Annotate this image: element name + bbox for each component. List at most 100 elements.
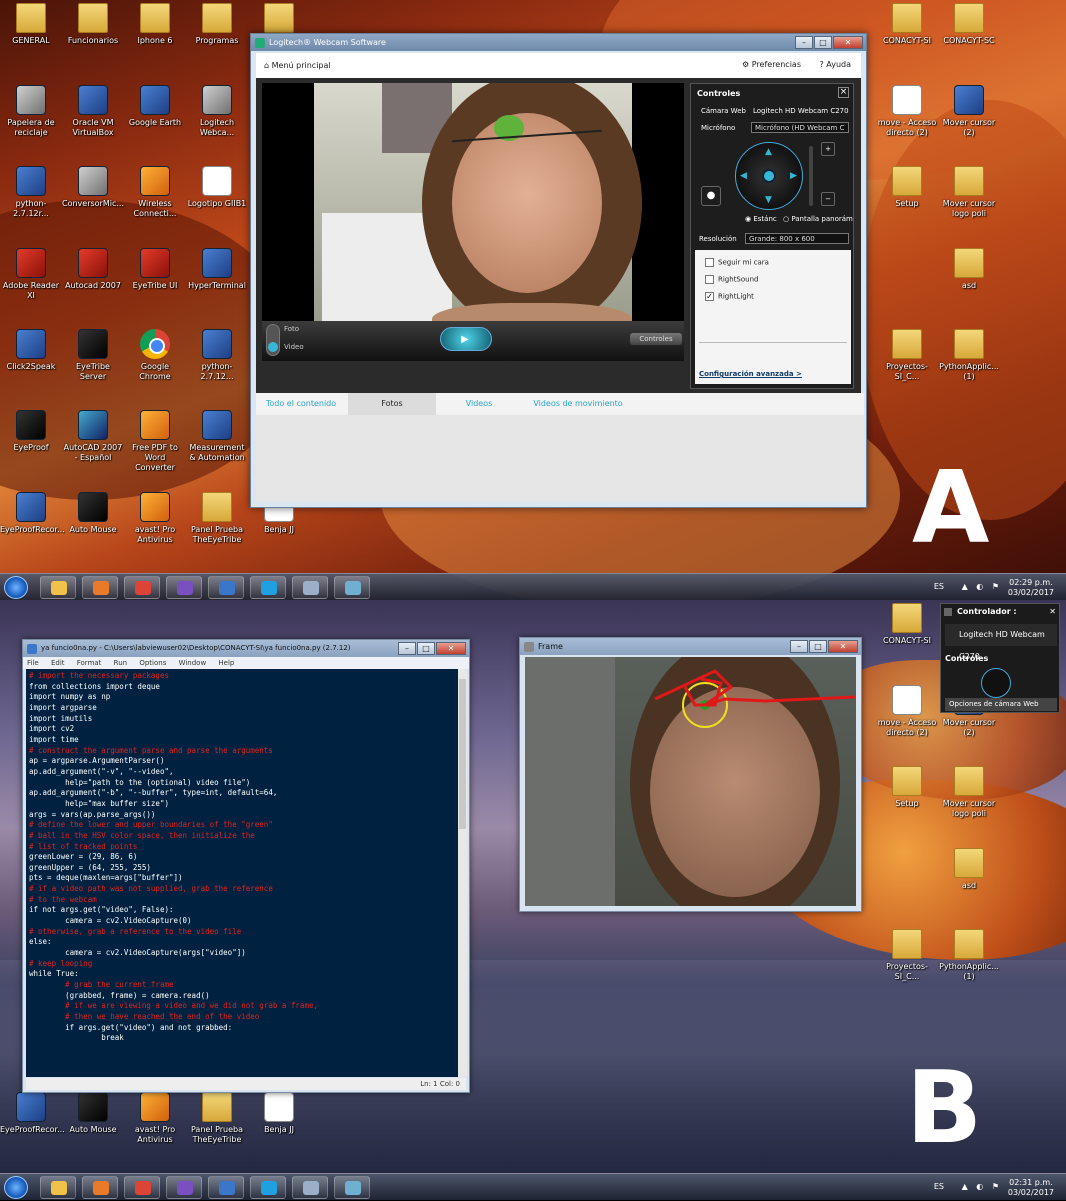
code-editor[interactable]: # import the necessary packages from coll… bbox=[26, 669, 461, 1077]
taskbar-python-button[interactable] bbox=[208, 576, 244, 599]
controller-options-link[interactable]: Opciones de cámara Web bbox=[945, 698, 1057, 711]
controller-close-icon[interactable]: ✕ bbox=[1049, 604, 1056, 620]
desktop-icon[interactable]: Panel Prueba TheEyeTribe bbox=[186, 492, 248, 545]
desktop-icon[interactable]: Mover cursor logo poli bbox=[938, 766, 1000, 819]
taskbar-webcam-button[interactable] bbox=[334, 576, 370, 599]
desktop-icon[interactable]: avast! Pro Antivirus bbox=[124, 1092, 186, 1145]
desktop-icon[interactable]: Panel Prueba TheEyeTribe bbox=[186, 1092, 248, 1145]
clock-b[interactable]: 02:31 p.m. 03/02/2017 bbox=[1008, 1178, 1054, 1198]
desktop-icon[interactable]: Papelera de reciclaje bbox=[0, 85, 62, 138]
close-button[interactable]: ✕ bbox=[833, 36, 863, 49]
zoom-out-icon[interactable]: − bbox=[821, 192, 835, 206]
photo-video-toggle[interactable] bbox=[266, 324, 280, 356]
controls-toggle-button[interactable]: Controles bbox=[630, 333, 682, 345]
desktop-icon[interactable]: Google Chrome bbox=[124, 329, 186, 382]
desktop-icon[interactable]: Proyectos-SI_C... bbox=[876, 929, 938, 982]
pan-right-icon[interactable]: ▶ bbox=[790, 171, 797, 181]
zoom-in-icon[interactable]: + bbox=[821, 142, 835, 156]
start-button-b[interactable] bbox=[4, 1176, 28, 1199]
desktop-icon[interactable] bbox=[248, 3, 310, 36]
menu-window[interactable]: Window bbox=[179, 659, 207, 667]
idle-close-button[interactable]: ✕ bbox=[436, 642, 466, 655]
menu-options[interactable]: Options bbox=[139, 659, 166, 667]
desktop-icon[interactable]: avast! Pro Antivirus bbox=[124, 492, 186, 545]
desktop-icon[interactable]: PythonApplic... (1) bbox=[938, 329, 1000, 382]
taskbar-paint-button[interactable] bbox=[292, 576, 328, 599]
taskbar-media-player-button[interactable] bbox=[82, 576, 118, 599]
desktop-icon[interactable]: move - Acceso directo (2) bbox=[876, 85, 938, 138]
tab-photos[interactable]: Fotos bbox=[348, 393, 436, 415]
desktop-icon[interactable]: Measurement & Automation bbox=[186, 410, 248, 463]
desktop-icon[interactable]: Setup bbox=[876, 166, 938, 209]
rightsound-checkbox[interactable]: RightSound bbox=[705, 275, 758, 284]
desktop-icon[interactable]: PythonApplic... (1) bbox=[938, 929, 1000, 982]
frame-maximize-button[interactable]: □ bbox=[809, 640, 827, 653]
desktop-icon[interactable]: EyeProofRecor... bbox=[0, 492, 65, 535]
desktop-icon[interactable]: asd bbox=[938, 848, 1000, 891]
taskbar-visual-studio-button[interactable] bbox=[166, 576, 202, 599]
language-indicator[interactable]: ES bbox=[934, 582, 944, 591]
desktop-icon[interactable]: Programas bbox=[186, 3, 248, 46]
maximize-button[interactable]: □ bbox=[814, 36, 832, 49]
taskbar-visual-studio-button[interactable] bbox=[166, 1176, 202, 1199]
tab-videos[interactable]: Videos bbox=[438, 393, 520, 415]
controller-device[interactable]: Logitech HD Webcam C270 bbox=[945, 624, 1057, 661]
desktop-icon[interactable]: move - Acceso directo (2) bbox=[876, 685, 938, 738]
taskbar-skype-button[interactable] bbox=[250, 1176, 286, 1199]
menu-format[interactable]: Format bbox=[77, 659, 102, 667]
standard-radio[interactable]: ◉ Estánc bbox=[745, 215, 777, 223]
taskbar-chrome-button[interactable] bbox=[124, 1176, 160, 1199]
mic-select[interactable]: Micrófono (HD Webcam C bbox=[751, 122, 849, 133]
idle-maximize-button[interactable]: □ bbox=[417, 642, 435, 655]
desktop-icon[interactable]: Logitech Webca... bbox=[186, 85, 248, 138]
microphone-icon[interactable]: ● bbox=[701, 186, 721, 206]
desktop-icon[interactable]: Google Earth bbox=[124, 85, 186, 128]
desktop-icon[interactable]: EyeTribe UI bbox=[124, 248, 186, 291]
idle-titlebar[interactable]: ya funcio0na.py - C:\Users\labviewuser02… bbox=[23, 640, 469, 657]
desktop-icon[interactable]: python-2.7.12r... bbox=[0, 166, 62, 219]
pan-tilt-pad[interactable]: ▲ ▼ ◀ ▶ bbox=[735, 142, 803, 210]
desktop-icon[interactable]: Mover cursor logo poli bbox=[938, 166, 1000, 219]
menu-edit[interactable]: Edit bbox=[51, 659, 65, 667]
taskbar-explorer-button[interactable] bbox=[40, 1176, 76, 1199]
start-button[interactable] bbox=[4, 576, 28, 599]
controls-close-icon[interactable]: × bbox=[838, 87, 849, 98]
taskbar-explorer-button[interactable] bbox=[40, 576, 76, 599]
taskbar-python-button[interactable] bbox=[208, 1176, 244, 1199]
desktop-icon[interactable]: python-2.7.12... bbox=[186, 329, 248, 382]
menu-help[interactable]: Help bbox=[218, 659, 234, 667]
desktop-icon[interactable]: Iphone 6 bbox=[124, 3, 186, 46]
preferences-link[interactable]: ⚙ Preferencias bbox=[742, 60, 801, 69]
desktop-icon[interactable]: Adobe Reader XI bbox=[0, 248, 62, 301]
pan-down-icon[interactable]: ▼ bbox=[765, 195, 772, 205]
language-indicator-b[interactable]: ES bbox=[934, 1182, 944, 1191]
desktop-icon[interactable]: CONACYT-SI bbox=[876, 3, 938, 46]
taskbar-media-player-button[interactable] bbox=[82, 1176, 118, 1199]
frame-close-button[interactable]: ✕ bbox=[828, 640, 858, 653]
taskbar-skype-button[interactable] bbox=[250, 576, 286, 599]
desktop-icon[interactable]: asd bbox=[938, 248, 1000, 291]
help-link[interactable]: ? Ayuda bbox=[819, 60, 851, 69]
desktop-icon[interactable]: Free PDF to Word Converter bbox=[124, 410, 186, 473]
rightlight-checkbox[interactable]: ✓ RightLight bbox=[705, 292, 754, 301]
desktop-icon[interactable]: Setup bbox=[876, 766, 938, 809]
desktop-icon[interactable]: Proyectos-SI_C... bbox=[876, 329, 938, 382]
zoom-slider[interactable] bbox=[809, 146, 813, 206]
tray-icons-b[interactable]: ▲ ◐ ⚑ bbox=[962, 1182, 1002, 1191]
desktop-icon[interactable]: EyeProof bbox=[0, 410, 62, 453]
follow-face-checkbox[interactable]: Seguir mi cara bbox=[705, 258, 769, 267]
logitech-titlebar[interactable]: Logitech® Webcam Software – □ ✕ bbox=[251, 34, 866, 51]
frame-titlebar[interactable]: Frame – □ ✕ bbox=[520, 638, 861, 655]
taskbar-webcam-button[interactable] bbox=[334, 1176, 370, 1199]
vertical-scrollbar[interactable] bbox=[458, 669, 467, 1077]
menu-file[interactable]: File bbox=[27, 659, 39, 667]
desktop-icon[interactable]: Click2Speak bbox=[0, 329, 62, 372]
desktop-icon[interactable]: Funcionarios bbox=[62, 3, 124, 46]
idle-minimize-button[interactable]: – bbox=[398, 642, 416, 655]
desktop-icon[interactable]: EyeProofRecor... bbox=[0, 1092, 65, 1135]
taskbar-paint-button[interactable] bbox=[292, 1176, 328, 1199]
desktop-icon[interactable]: Mover cursor (2) bbox=[938, 85, 1000, 138]
resolution-select[interactable]: Grande: 800 x 600 bbox=[745, 233, 849, 244]
desktop-icon[interactable]: Autocad 2007 bbox=[62, 248, 124, 291]
tab-motion-videos[interactable]: Videos de movimiento bbox=[522, 393, 634, 415]
